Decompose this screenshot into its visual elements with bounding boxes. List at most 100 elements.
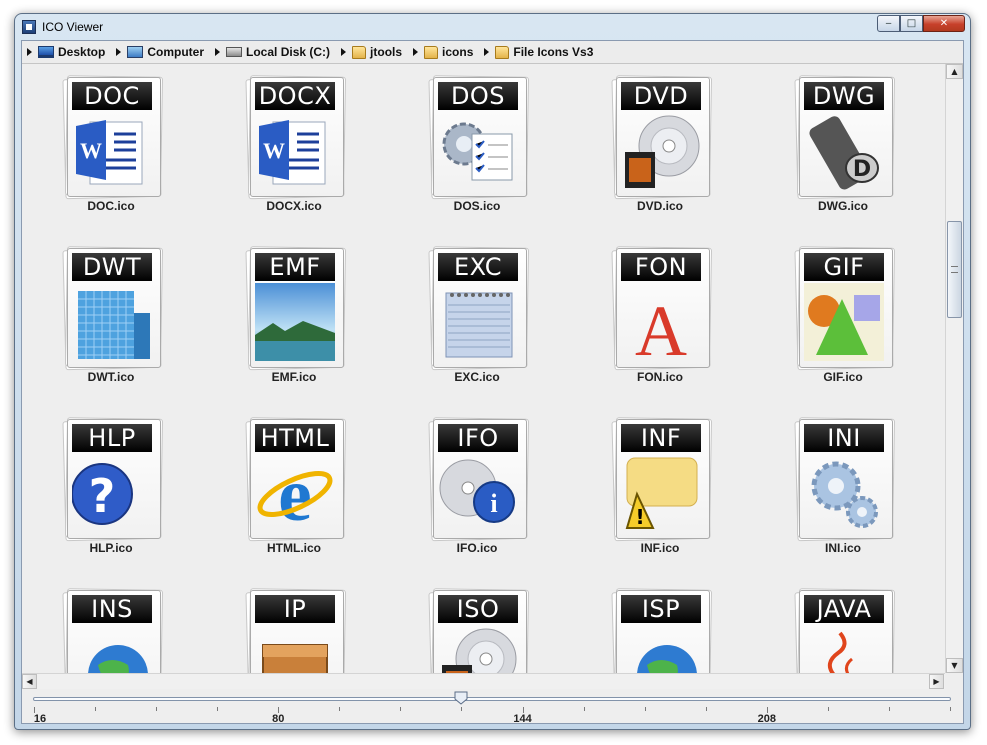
extension-label: INI — [804, 424, 884, 452]
breadcrumb-label: Computer — [147, 45, 205, 59]
app-icon[interactable] — [22, 20, 36, 34]
scroll-right-button[interactable]: ▶ — [929, 674, 944, 689]
svg-text:?: ? — [89, 469, 116, 523]
icon-item-java[interactable]: JAVAJAVA.ico — [775, 579, 896, 673]
icon-item-isp[interactable]: ISPISP.ico — [592, 579, 713, 673]
slider-tick — [645, 707, 646, 711]
docx-file-icon: DOCX W — [245, 75, 347, 200]
dvd-file-icon: DVD — [611, 75, 713, 200]
disc-icon — [438, 625, 518, 673]
slider-tick — [95, 707, 96, 711]
extension-label: INF — [621, 424, 701, 452]
java-icon — [804, 625, 884, 673]
disc-icon — [621, 112, 701, 190]
slider-tick — [400, 707, 401, 711]
breadcrumb-label: jtools — [370, 45, 403, 59]
slider-tick-label: 80 — [272, 713, 285, 725]
gear-checklist-icon — [438, 112, 518, 190]
icon-item-ini[interactable]: INI INI.ico — [775, 408, 896, 568]
scroll-up-button[interactable]: ▲ — [946, 64, 963, 79]
breadcrumb-item[interactable]: Computer — [111, 45, 210, 59]
breadcrumb-arrow-icon[interactable] — [27, 48, 32, 56]
title-bar[interactable]: ICO Viewer ‒ □ ✕ — [15, 14, 970, 40]
breadcrumb-item[interactable]: jtools — [336, 45, 408, 59]
breadcrumb-item[interactable]: Desktop — [22, 45, 111, 59]
breadcrumb-label: Local Disk (C:) — [246, 45, 331, 59]
icon-size-slider[interactable]: 16 80 144 208 — [22, 689, 963, 725]
extension-label: DOCX — [255, 82, 335, 110]
breadcrumb-arrow-icon[interactable] — [341, 48, 347, 56]
breadcrumb: Desktop Computer Local Disk (C:) jtools icon… — [22, 41, 963, 64]
word-icon: W — [255, 112, 335, 190]
vertical-scrollbar[interactable]: ▲ ▼ — [945, 64, 963, 673]
shapes-icon — [804, 283, 884, 361]
icon-item-docx[interactable]: DOCX W DOCX.ico — [226, 66, 347, 226]
icon-item-fon[interactable]: FON A FON.ico — [592, 237, 713, 397]
slider-tick-label: 16 — [33, 713, 47, 725]
html-file-icon: HTML e — [245, 417, 347, 542]
desktop-icon — [38, 46, 54, 58]
dwg-file-icon: DWG D — [794, 75, 896, 200]
svg-text:e: e — [278, 454, 312, 532]
file-name: HLP.ico — [89, 541, 133, 555]
icon-item-iso[interactable]: ISOISO.ico — [409, 579, 530, 673]
svg-text:i: i — [490, 489, 497, 518]
icon-item-ins[interactable]: INSINS.ico — [43, 579, 164, 673]
extension-label: FON — [621, 253, 701, 281]
extension-label: ISO — [438, 595, 518, 623]
slider-thumb[interactable] — [454, 691, 468, 705]
breadcrumb-item[interactable]: icons — [408, 45, 479, 59]
icon-item-exc[interactable]: EXC EXC.ico — [409, 237, 530, 397]
icon-item-ifo[interactable]: IFO i IFO.ico — [409, 408, 530, 568]
breadcrumb-item[interactable]: File Icons Vs3 — [479, 45, 599, 59]
globe-icon — [621, 625, 701, 673]
breadcrumb-item[interactable]: Local Disk (C:) — [210, 45, 336, 59]
computer-icon — [127, 46, 144, 58]
icon-item-dwt[interactable]: DWT DWT.ico — [43, 237, 164, 397]
breadcrumb-arrow-icon[interactable] — [413, 48, 419, 56]
minimize-button[interactable]: ‒ — [877, 15, 900, 32]
ip-file-icon: IP — [245, 588, 347, 673]
svg-text:!: ! — [635, 505, 644, 529]
breadcrumb-arrow-icon[interactable] — [116, 48, 122, 56]
file-name: FON.ico — [636, 370, 683, 384]
disc-info-icon: i — [438, 454, 518, 532]
extension-label: HTML — [255, 424, 335, 452]
close-button[interactable]: ✕ — [923, 15, 965, 32]
scroll-left-button[interactable]: ◀ — [22, 674, 37, 689]
breadcrumb-arrow-icon[interactable] — [484, 48, 490, 56]
file-name: HTML.ico — [267, 541, 321, 555]
scroll-down-button[interactable]: ▼ — [946, 658, 963, 673]
dwt-file-icon: DWT — [62, 246, 164, 371]
icon-item-hlp[interactable]: HLP? HLP.ico — [43, 408, 164, 568]
icon-item-html[interactable]: HTML e HTML.ico — [226, 408, 347, 568]
extension-label: JAVA — [804, 595, 884, 623]
icon-item-inf[interactable]: INF! INF.ico — [592, 408, 713, 568]
maximize-button[interactable]: □ — [900, 15, 923, 32]
hlp-file-icon: HLP? — [62, 417, 164, 542]
slider-tick — [828, 707, 829, 711]
horizontal-scrollbar[interactable]: ◀ ▶ — [22, 673, 945, 689]
vertical-scroll-thumb[interactable] — [947, 221, 962, 318]
client-area: Desktop Computer Local Disk (C:) jtools icon… — [21, 40, 964, 725]
icon-item-emf[interactable]: EMF EMF.ico — [226, 237, 347, 397]
font-icon: A — [621, 283, 701, 361]
window-title: ICO Viewer — [42, 20, 104, 34]
extension-label: DOS — [438, 82, 518, 110]
icon-item-doc[interactable]: DOC W DOC.ico — [43, 66, 164, 226]
icon-item-dvd[interactable]: DVD DVD.ico — [592, 66, 713, 226]
landscape-icon — [255, 283, 335, 361]
doc-file-icon: DOC W — [62, 75, 164, 200]
icon-item-dos[interactable]: DOS DOS.ico — [409, 66, 530, 226]
icon-item-ip[interactable]: IPIP.ico — [226, 579, 347, 673]
help-icon: ? — [72, 454, 152, 532]
fon-file-icon: FON A — [611, 246, 713, 371]
extension-label: IFO — [438, 424, 518, 452]
icon-item-gif[interactable]: GIF GIF.ico — [775, 237, 896, 397]
breadcrumb-arrow-icon[interactable] — [215, 48, 221, 56]
slider-track[interactable] — [33, 697, 951, 701]
slider-tick — [461, 707, 462, 711]
icon-item-dwg[interactable]: DWG D DWG.ico — [775, 66, 896, 226]
breadcrumb-label: icons — [442, 45, 474, 59]
slider-tick — [156, 707, 157, 711]
